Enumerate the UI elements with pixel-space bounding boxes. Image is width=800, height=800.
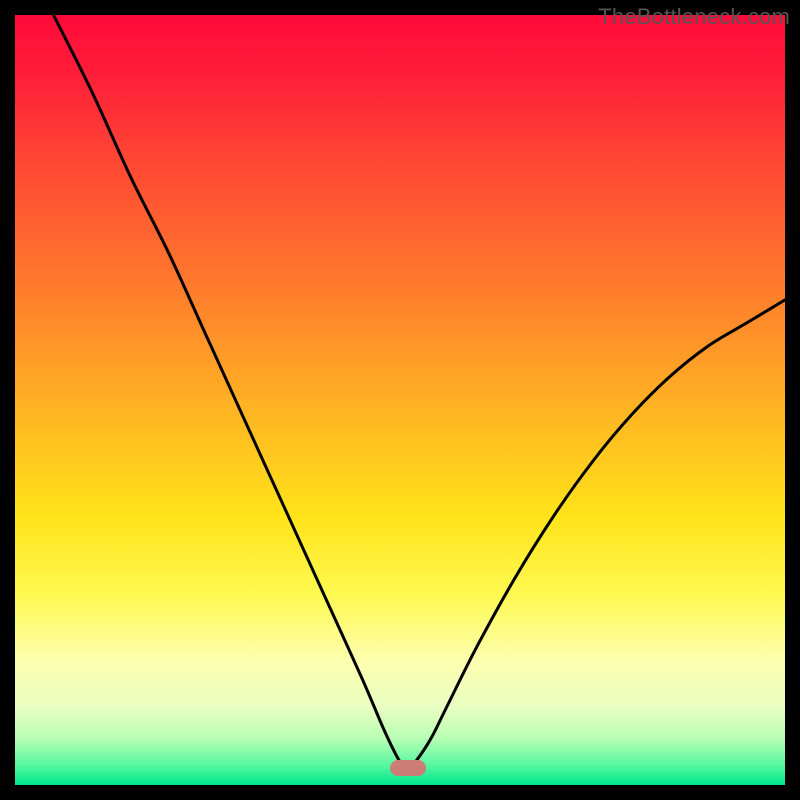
chart-frame: TheBottleneck.com <box>0 0 800 800</box>
watermark-text: TheBottleneck.com <box>598 4 790 30</box>
plot-area <box>15 15 785 785</box>
gradient-background <box>15 15 785 785</box>
optimum-marker <box>390 760 426 776</box>
plot-svg <box>15 15 785 785</box>
